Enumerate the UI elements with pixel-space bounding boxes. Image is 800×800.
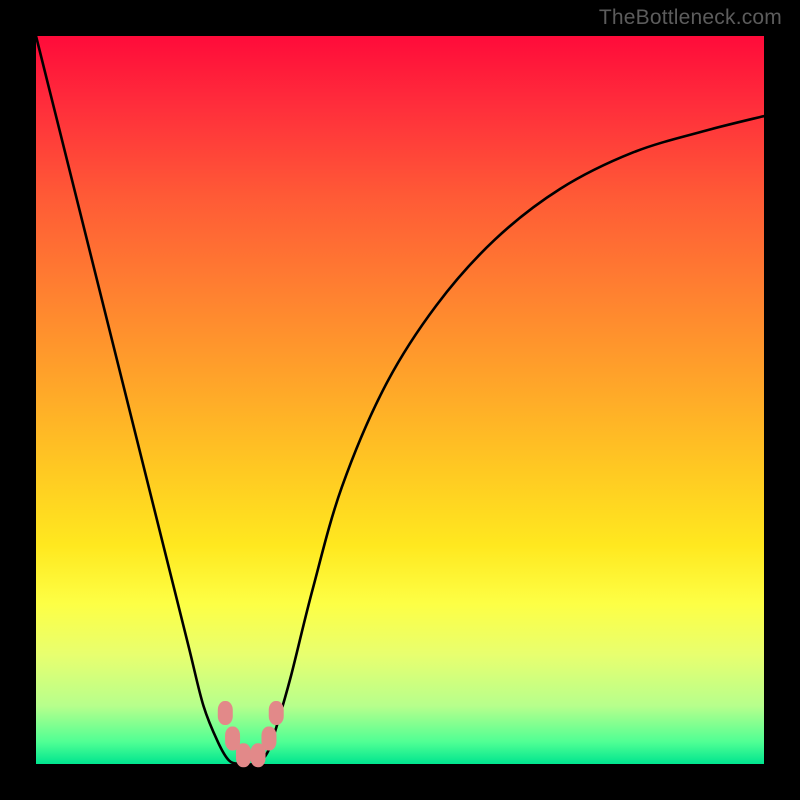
bottleneck-curve-svg [36,36,764,764]
curve-marker [261,727,276,751]
watermark-label: TheBottleneck.com [599,6,782,30]
curve-marker [218,701,233,725]
curve-marker [269,701,284,725]
bottleneck-curve-path [36,36,764,764]
chart-plot-area [36,36,764,764]
curve-marker [236,743,251,767]
